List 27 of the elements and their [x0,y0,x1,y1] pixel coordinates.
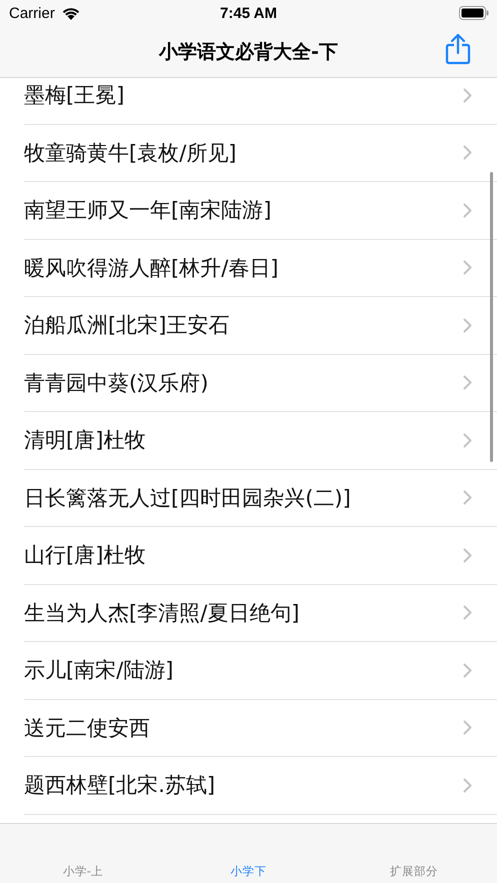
list-row[interactable]: 生当为人杰[李清照/夏日绝句] [24,584,497,642]
chevron-icon [463,490,472,506]
nav-title: 小学语文必背大全-下 [159,40,338,64]
battery-icon [459,6,489,20]
chevron-icon [463,202,472,218]
chevron-icon [463,260,472,276]
chevron-icon [463,778,472,793]
chevron-icon [463,662,472,678]
chevron-icon [463,375,472,390]
chevron-icon [463,548,472,563]
list-row[interactable]: 日长篱落无人过[四时田园杂兴(二)] [24,470,497,527]
clock-time: 7:45 AM [220,4,277,22]
list-row[interactable]: 山行[唐]杜牧 [24,527,497,584]
list-row[interactable]: 示儿[南宋/陆游] [24,642,497,700]
list-row[interactable]: 牧童骑黄牛[袁枚/所见] [24,124,497,182]
list-row[interactable]: 送元二使安西 [24,700,497,757]
chevron-icon [463,720,472,736]
carrier-label: Carrier [9,4,55,22]
chevron-icon [463,318,472,333]
chevron-icon [463,432,472,448]
chevron-icon [463,88,472,103]
wifi-icon [60,6,81,20]
list-row[interactable]: 墨梅[王冕] [24,78,497,124]
share-icon[interactable] [445,33,471,65]
chevron-icon [463,605,472,620]
chevron-icon [463,145,472,160]
list-row[interactable]: 题西林壁[北宋.苏轼] [24,757,497,814]
